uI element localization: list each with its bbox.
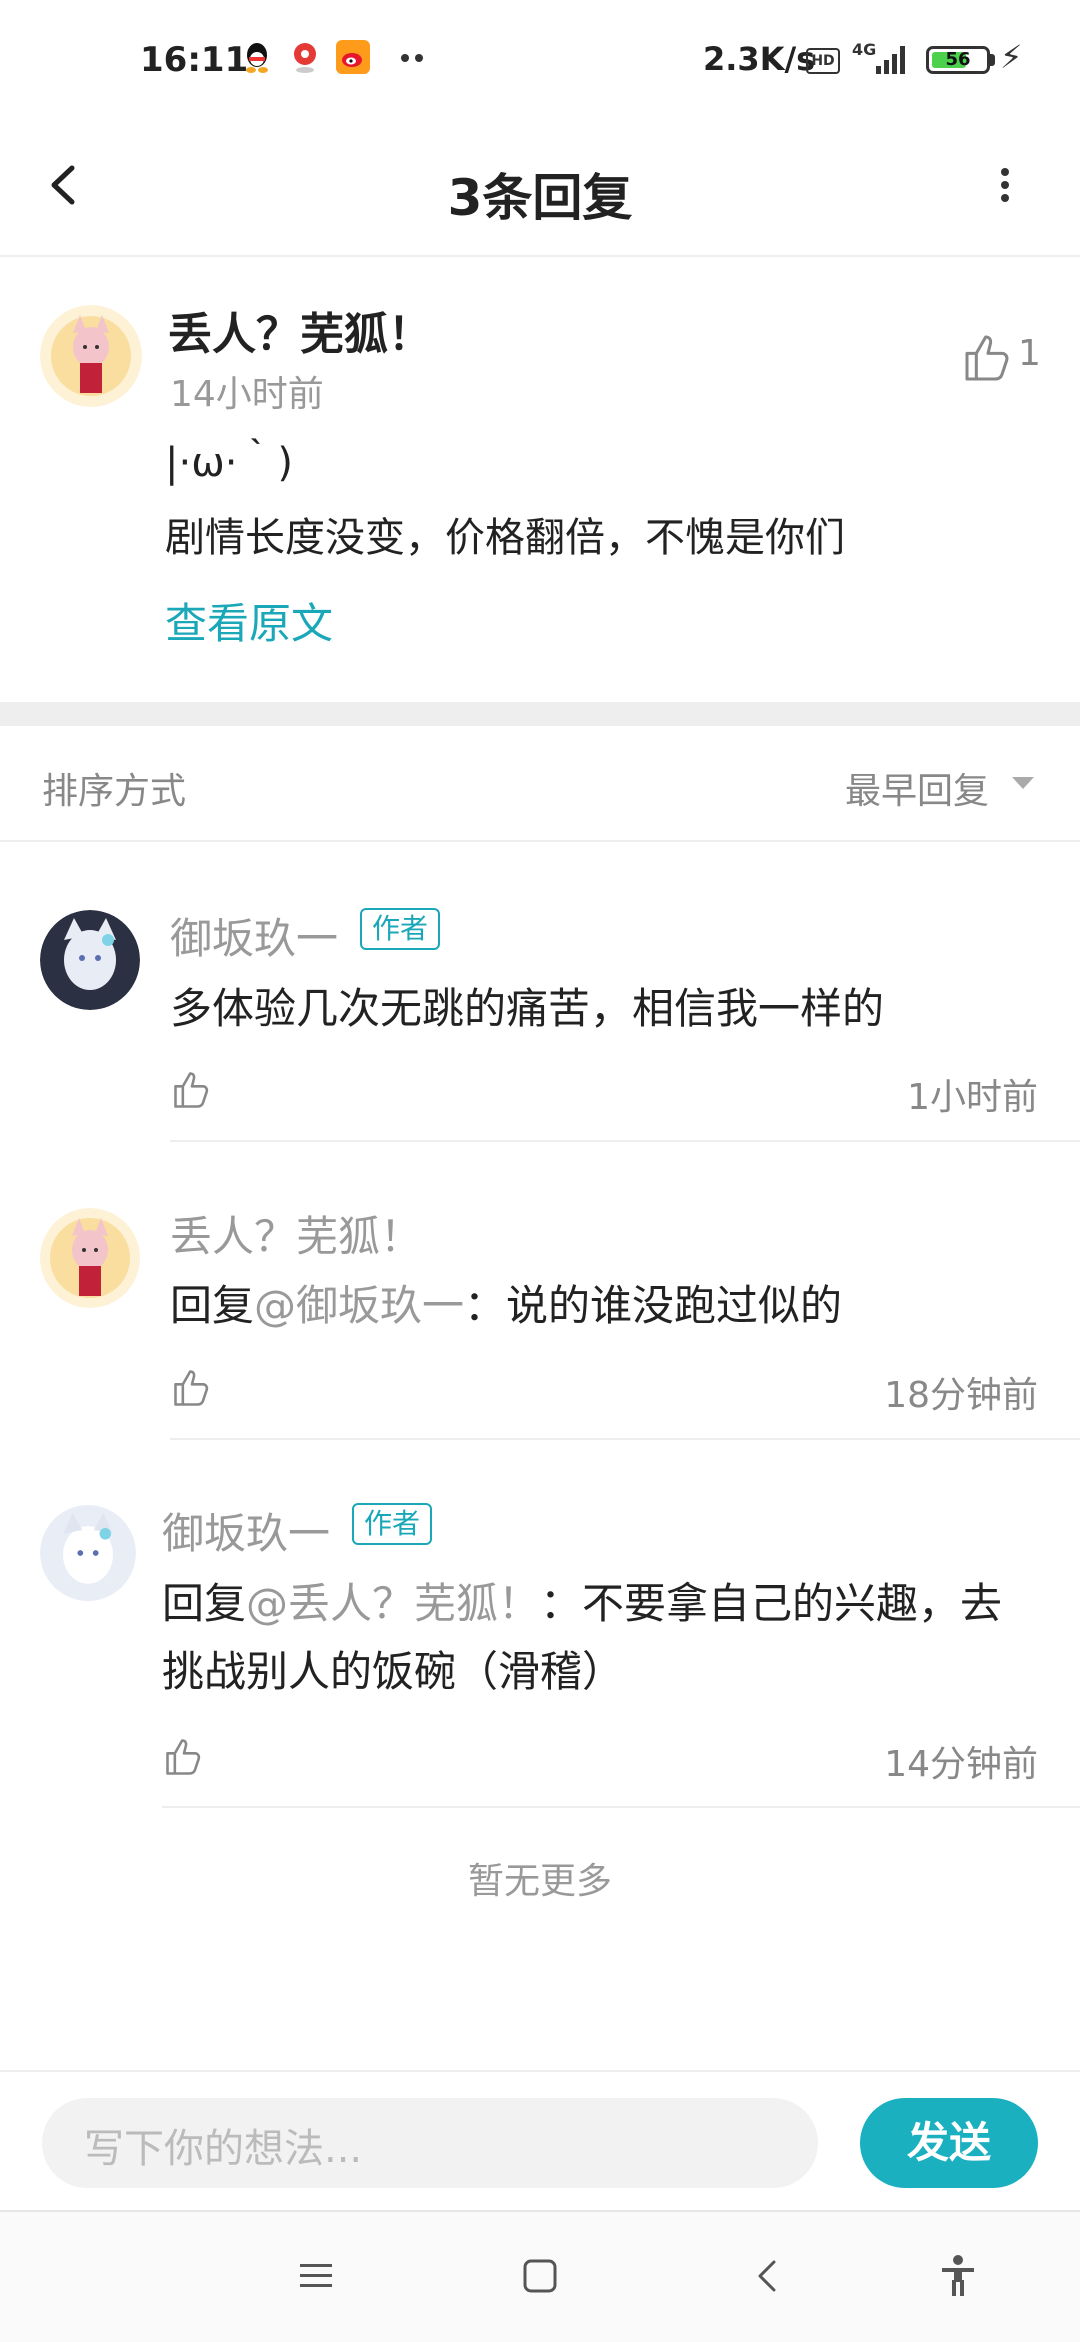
menu-icon[interactable] bbox=[298, 2258, 334, 2294]
charging-icon: ⚡ bbox=[1000, 38, 1023, 76]
section-divider bbox=[0, 702, 1080, 726]
comment-input-placeholder: 写下你的想法... bbox=[84, 2126, 363, 2172]
comment-composer: 写下你的想法... 发送 bbox=[0, 2070, 1080, 2212]
reply-divider bbox=[170, 1438, 1080, 1440]
map-pin-icon bbox=[288, 40, 322, 74]
status-time: 16:11 bbox=[140, 40, 249, 80]
mention-link[interactable]: @丢人？芜狐！ bbox=[246, 1579, 540, 1628]
more-vertical-icon bbox=[1001, 168, 1009, 202]
reply-author[interactable]: 御坂玖一 bbox=[162, 1500, 330, 1561]
thumbs-up-icon bbox=[174, 1072, 209, 1108]
reply-time: 14分钟前 bbox=[884, 1744, 1038, 1785]
signal-icon bbox=[872, 42, 912, 74]
author-badge: 作者 bbox=[352, 1503, 433, 1545]
top-bar: 3条回复 bbox=[0, 120, 1080, 257]
reply-text: 多体验几次无跳的痛苦，相信我一样的 bbox=[170, 984, 885, 1033]
avatar[interactable] bbox=[40, 1208, 140, 1308]
no-more-label: 暂无更多 bbox=[467, 1861, 612, 1902]
battery-level: 56 bbox=[945, 49, 971, 70]
network-speed: 2.3K/s bbox=[703, 40, 816, 78]
nav-back-icon[interactable] bbox=[750, 2258, 786, 2294]
reply-prefix: 回复 bbox=[162, 1579, 247, 1628]
reply-time: 1小时前 bbox=[907, 1077, 1038, 1118]
weibo-icon bbox=[336, 40, 370, 74]
avatar[interactable] bbox=[40, 305, 142, 407]
sort-label: 排序方式 bbox=[42, 771, 187, 812]
qq-icon bbox=[240, 40, 274, 74]
avatar[interactable] bbox=[40, 1505, 136, 1601]
comment-time: 14小时前 bbox=[170, 374, 324, 415]
comment-author[interactable]: 丢人？芜狐！ bbox=[168, 298, 432, 362]
thumbs-up-icon bbox=[166, 1739, 201, 1775]
reply-divider bbox=[170, 1140, 1080, 1142]
like-button[interactable] bbox=[960, 330, 1016, 386]
reply-author[interactable]: 御坂玖一 bbox=[170, 905, 338, 966]
reply-prefix: 回复 bbox=[170, 1281, 255, 1330]
reply-text-line-1: 回复@丢人？芜狐！：不要拿自己的兴趣，去 bbox=[162, 1570, 1002, 1638]
like-button[interactable] bbox=[170, 1366, 214, 1410]
sort-dropdown[interactable]: 最早回复 bbox=[845, 762, 989, 814]
status-bar: 16:11 2.3K/s HD 4G 56 ⚡ bbox=[0, 0, 1080, 120]
reply-text: 回复@御坂玖一：说的谁没跑过似的 bbox=[170, 1272, 842, 1340]
reply-divider bbox=[162, 1806, 1080, 1808]
like-count: 1 bbox=[1018, 333, 1041, 374]
mention-link[interactable]: @御坂玖一 bbox=[254, 1281, 464, 1330]
accessibility-icon[interactable] bbox=[938, 2254, 978, 2298]
view-original-link[interactable]: 查看原文 bbox=[165, 590, 333, 651]
home-icon[interactable] bbox=[522, 2258, 558, 2294]
sort-divider bbox=[0, 840, 1080, 842]
caret-down-icon[interactable] bbox=[1012, 776, 1034, 790]
comment-text-line-1: |·ω·｀) bbox=[165, 440, 294, 486]
thumbs-up-icon bbox=[965, 335, 1009, 381]
system-nav-bar bbox=[0, 2210, 1080, 2342]
hd-badge: HD bbox=[806, 48, 840, 74]
reply-body: ：不要拿自己的兴趣，去 bbox=[540, 1579, 1003, 1628]
reply-text-line-2: 挑战别人的饭碗（滑稽） bbox=[162, 1647, 625, 1696]
page-title: 3条回复 bbox=[447, 169, 633, 227]
send-button[interactable]: 发送 bbox=[860, 2098, 1038, 2188]
avatar[interactable] bbox=[40, 910, 140, 1010]
author-badge: 作者 bbox=[360, 908, 441, 950]
like-button[interactable] bbox=[162, 1735, 206, 1779]
reply-body: ：说的谁没跑过似的 bbox=[464, 1281, 843, 1330]
reply-time: 18分钟前 bbox=[884, 1375, 1038, 1416]
more-options-button[interactable] bbox=[980, 150, 1030, 220]
comment-text-line-2: 剧情长度没变，价格翻倍，不愧是你们 bbox=[165, 515, 845, 561]
battery-icon: 56 bbox=[926, 46, 990, 74]
like-button[interactable] bbox=[170, 1068, 214, 1112]
more-notifications-icon bbox=[398, 50, 428, 64]
reply-author[interactable]: 丢人？芜狐！ bbox=[170, 1203, 422, 1264]
thumbs-up-icon bbox=[174, 1370, 209, 1406]
battery-tip bbox=[990, 54, 995, 66]
